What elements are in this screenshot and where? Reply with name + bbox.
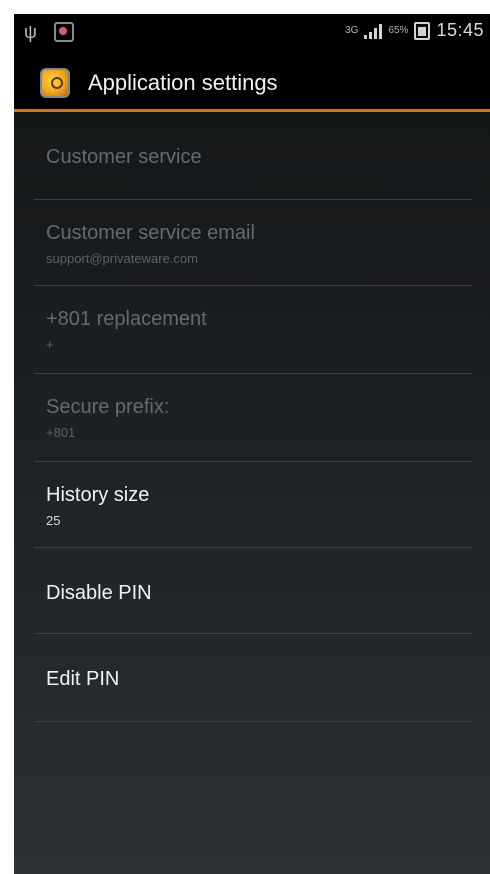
setting-title: History size xyxy=(46,484,150,506)
battery-percent: 65% xyxy=(388,24,409,36)
usb-icon: ψ xyxy=(24,22,37,42)
settings-list: Customer service Customer service email … xyxy=(14,112,490,722)
setting-title: Secure prefix: xyxy=(46,396,170,418)
setting-title: Disable PIN xyxy=(46,582,152,604)
setting-summary: +801 xyxy=(46,425,76,440)
page-title: Application settings xyxy=(88,70,278,95)
setting-title: Edit PIN xyxy=(46,668,120,690)
clock: 15:45 xyxy=(436,20,484,40)
setting-secure-prefix[interactable]: Secure prefix: +801 xyxy=(14,374,490,462)
divider xyxy=(34,721,472,722)
notification-icon xyxy=(54,22,74,42)
setting-disable-pin[interactable]: Disable PIN xyxy=(14,548,490,634)
signal-icon xyxy=(364,23,383,39)
setting-customer-service-email[interactable]: Customer service email support@privatewa… xyxy=(14,200,490,286)
setting-edit-pin[interactable]: Edit PIN xyxy=(14,634,490,722)
setting-title: +801 replacement xyxy=(46,308,207,330)
phone-screen: ψ 3G 65% 15:45 Application settings Cust… xyxy=(14,14,490,874)
setting-801-replacement[interactable]: +801 replacement + xyxy=(14,286,490,374)
setting-title: Customer service email xyxy=(46,222,255,244)
setting-customer-service[interactable]: Customer service xyxy=(14,112,490,200)
network-type: 3G xyxy=(345,24,359,36)
setting-history-size[interactable]: History size 25 xyxy=(14,462,490,548)
setting-title: Customer service xyxy=(46,146,202,168)
status-bar: ψ 3G 65% 15:45 xyxy=(14,14,490,50)
setting-summary: 25 xyxy=(46,513,61,528)
action-bar: Application settings xyxy=(14,50,490,112)
battery-icon xyxy=(414,21,431,40)
app-icon[interactable] xyxy=(40,68,70,98)
setting-summary: support@privateware.com xyxy=(46,251,198,266)
setting-summary: + xyxy=(46,337,54,352)
